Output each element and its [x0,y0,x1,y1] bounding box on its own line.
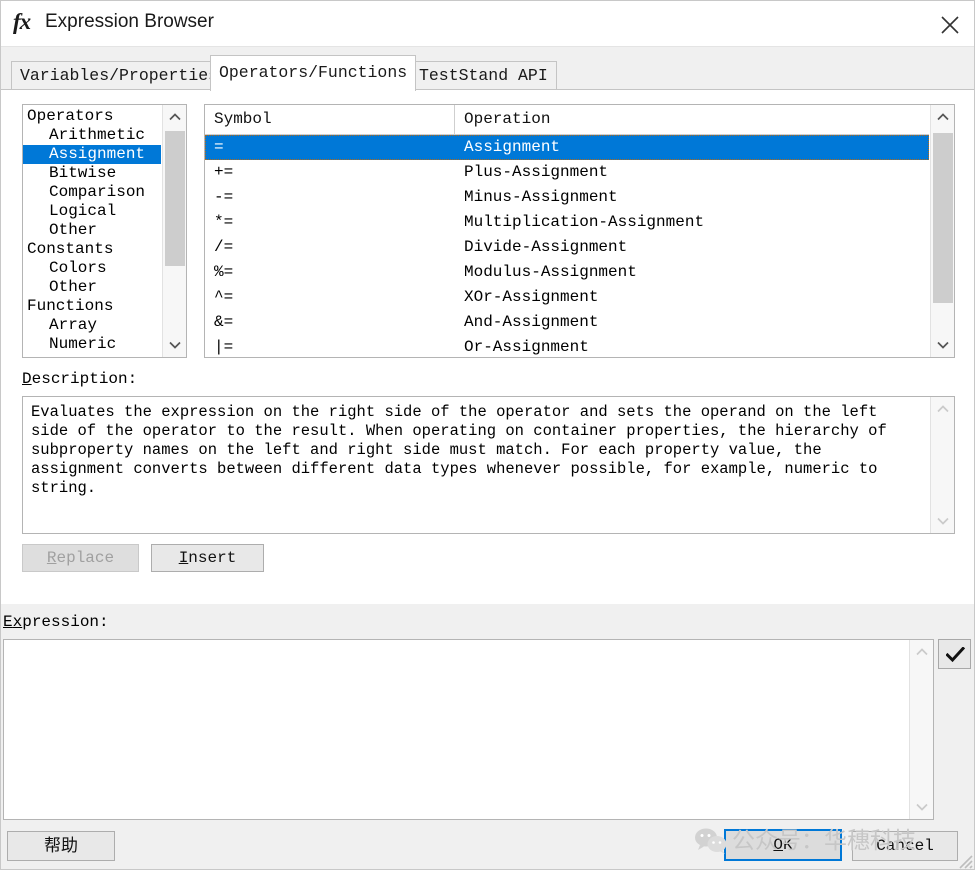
ok-accel: O [773,836,783,854]
column-header-symbol[interactable]: Symbol [205,105,455,134]
dialog-button-bar: 帮助 OK Cancel [1,823,974,869]
tree-item-constants[interactable]: Constants [23,240,161,259]
close-button[interactable] [924,1,974,47]
tree-item-other[interactable]: Other [23,278,161,297]
window-title: Expression Browser [45,11,214,32]
table-row[interactable]: /= Divide-Assignment [205,235,929,260]
expression-panel [3,639,934,820]
insert-accel: I [178,549,189,567]
scroll-thumb[interactable] [165,131,185,266]
category-tree[interactable]: Operators Arithmetic Assignment Bitwise Comp… [23,105,161,357]
scroll-up-arrow[interactable] [163,105,186,129]
cell-symbol: += [214,163,234,181]
cell-operation: Assignment [464,138,561,156]
expression-label: Expression: [3,613,109,631]
cancel-button[interactable]: Cancel [852,831,958,861]
table-row[interactable]: &= And-Assignment [205,310,929,335]
scroll-thumb[interactable] [933,133,953,303]
tab-teststand-api[interactable]: TestStand API [410,61,557,91]
fx-icon: fx [13,9,31,34]
scroll-up-arrow[interactable] [931,397,954,421]
cell-operation: Plus-Assignment [464,163,609,181]
scroll-down-arrow[interactable] [910,795,933,819]
scroll-down-arrow[interactable] [931,509,954,533]
tree-item-functions[interactable]: Functions [23,297,161,316]
cell-operation: Minus-Assignment [464,188,618,206]
table-row[interactable]: ^= XOr-Assignment [205,285,929,310]
tree-item-bitwise[interactable]: Bitwise [23,164,161,183]
resize-grip[interactable] [956,852,974,869]
description-label: Description: [22,370,137,388]
cell-operation: And-Assignment [464,313,599,331]
operators-list-panel: Symbol Operation = Assignment += Plus-Assig… [204,104,955,358]
expression-label-accel-x: x [12,613,23,631]
table-row[interactable]: *= Multiplication-Assignment [205,210,929,235]
tab-variables-properties[interactable]: Variables/Properties [11,61,228,91]
cell-symbol: |= [214,338,234,356]
tree-item-colors[interactable]: Colors [23,259,161,278]
table-row[interactable]: |= Or-Assignment [205,335,929,357]
cell-operation: Multiplication-Assignment [464,213,705,231]
cell-operation: Modulus-Assignment [464,263,637,281]
tree-item-operators[interactable]: Operators [23,107,161,126]
cell-symbol: ^= [214,288,234,306]
list-header: Symbol Operation [205,105,929,135]
column-header-operation[interactable]: Operation [455,105,929,134]
description-panel: Evaluates the expression on the right si… [22,396,955,534]
tree-item-numeric[interactable]: Numeric [23,335,161,354]
validate-expression-button[interactable] [938,639,971,669]
insert-button[interactable]: Insert [151,544,264,572]
scroll-down-arrow[interactable] [163,333,186,357]
table-row[interactable]: = Assignment [205,135,929,160]
cell-symbol: /= [214,238,234,256]
tree-item-logical[interactable]: Logical [23,202,161,221]
tab-page-operators-functions: Operators Arithmetic Assignment Bitwise Comp… [1,89,974,604]
table-row[interactable]: += Plus-Assignment [205,160,929,185]
category-tree-panel: Operators Arithmetic Assignment Bitwise Comp… [22,104,187,358]
category-tree-scrollbar[interactable] [162,105,186,357]
cell-symbol: -= [214,188,234,206]
description-text: Evaluates the expression on the right si… [31,403,887,497]
expression-input[interactable] [4,640,908,819]
cell-operation: XOr-Assignment [464,288,599,306]
title-bar: fx Expression Browser [1,1,974,47]
description-scrollbar[interactable] [930,397,954,533]
ok-rest: K [783,836,793,854]
tab-strip: Variables/Properties Operators/Functions… [1,47,974,91]
cell-symbol: &= [214,313,234,331]
description-label-accel: D [22,370,32,388]
description-label-rest: escription: [31,370,138,388]
tree-item-array[interactable]: Array [23,316,161,335]
tree-item-other[interactable]: Other [23,221,161,240]
tree-item-assignment[interactable]: Assignment [23,145,161,164]
cell-operation: Divide-Assignment [464,238,628,256]
scroll-up-arrow[interactable] [910,640,933,664]
cell-operation: Or-Assignment [464,338,589,356]
cell-symbol: *= [214,213,234,231]
table-row[interactable]: %= Modulus-Assignment [205,260,929,285]
tree-item-arithmetic[interactable]: Arithmetic [23,126,161,145]
expression-label-accel-e: E [3,613,13,631]
expression-browser-window: fx Expression Browser Variables/Properti… [0,0,975,870]
help-button[interactable]: 帮助 [7,831,115,861]
tab-operators-functions[interactable]: Operators/Functions [210,55,417,91]
operators-list[interactable]: = Assignment += Plus-Assignment -= Minus-Assi… [205,135,929,357]
cell-symbol: %= [214,263,234,281]
scroll-down-arrow[interactable] [931,333,954,357]
cell-symbol: = [214,138,224,156]
table-row[interactable]: -= Minus-Assignment [205,185,929,210]
ok-button[interactable]: OK [724,829,842,861]
scroll-up-arrow[interactable] [931,105,954,129]
replace-rest: eplace [56,549,115,567]
tree-item-comparison[interactable]: Comparison [23,183,161,202]
replace-button[interactable]: Replace [22,544,139,572]
replace-accel: R [46,549,57,567]
insert-rest: nsert [188,549,237,567]
operators-list-scrollbar[interactable] [930,105,954,357]
expression-label-rest: pression: [22,613,109,631]
expression-scrollbar[interactable] [909,640,933,819]
